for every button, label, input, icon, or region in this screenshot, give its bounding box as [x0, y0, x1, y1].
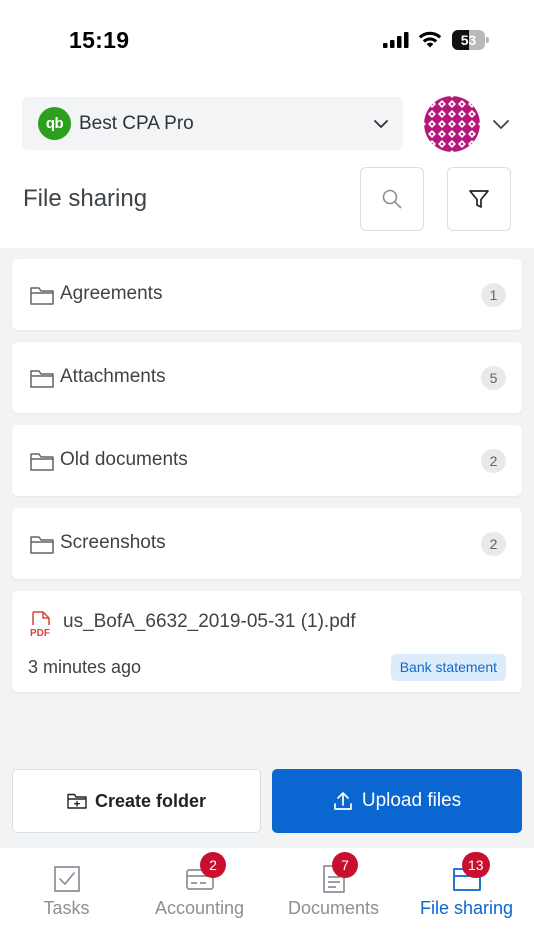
folder-count-badge: 1 [481, 283, 506, 307]
nav-label: Tasks [43, 898, 90, 918]
nav-label: Accounting [154, 898, 245, 918]
folder-item-old-documents[interactable]: Old documents 2 [12, 425, 522, 496]
documents-badge: 7 [332, 852, 358, 878]
folder-item-agreements[interactable]: Agreements 1 [12, 259, 522, 330]
nav-tab-tasks[interactable]: Tasks [0, 848, 133, 950]
folder-item-screenshots[interactable]: Screenshots 2 [12, 508, 522, 579]
folder-count-badge: 2 [481, 449, 506, 473]
file-tag-badge: Bank statement [390, 654, 506, 681]
wifi-icon [418, 31, 442, 48]
file-item[interactable]: PDF us_BofA_6632_2019-05-31 (1).pdf 3 mi… [12, 591, 522, 692]
folder-name: Agreements [60, 283, 163, 304]
account-chevron-down-icon[interactable] [492, 116, 510, 132]
bottom-navigation: Tasks 2 Accounting 7 Documents 13 File s… [0, 848, 534, 950]
cellular-signal-icon [383, 32, 409, 48]
status-time: 15:19 [69, 27, 130, 53]
file-timestamp: 3 minutes ago [28, 657, 142, 677]
folder-name: Attachments [60, 366, 166, 387]
accounting-badge: 2 [200, 852, 226, 878]
folder-name: Old documents [60, 449, 188, 470]
company-selector[interactable]: qb Best CPA Pro [22, 97, 403, 150]
upload-files-button[interactable]: Upload files [272, 769, 522, 833]
nav-tab-documents[interactable]: 7 Documents [267, 848, 400, 950]
search-button[interactable] [360, 167, 424, 231]
folder-icon [30, 370, 54, 388]
nav-tab-accounting[interactable]: 2 Accounting [133, 848, 266, 950]
upload-icon [334, 792, 352, 810]
chevron-down-icon [374, 120, 388, 128]
page-title: File sharing [23, 185, 148, 212]
file-name: us_BofA_6632_2019-05-31 (1).pdf [63, 611, 356, 632]
folder-icon [30, 536, 54, 554]
folder-icon [30, 287, 54, 305]
pdf-file-icon: PDF [30, 611, 50, 638]
folder-count-badge: 2 [481, 532, 506, 556]
search-icon [382, 189, 402, 209]
nav-tab-file-sharing[interactable]: 13 File sharing [400, 848, 533, 950]
folder-icon [30, 453, 54, 471]
tasks-icon [53, 866, 80, 892]
filter-button[interactable] [447, 167, 511, 231]
upload-files-label: Upload files [361, 790, 462, 811]
add-folder-icon [67, 793, 87, 809]
filter-icon [469, 190, 489, 208]
create-folder-button[interactable]: Create folder [12, 769, 261, 833]
file-list: Agreements 1 Attachments 5 Old documents… [0, 248, 534, 848]
nav-label: Documents [287, 898, 380, 918]
file-sharing-badge: 13 [462, 852, 490, 878]
quickbooks-logo-icon: qb [38, 107, 71, 140]
status-bar: 15:19 53 [0, 0, 534, 80]
company-name: Best CPA Pro [79, 112, 194, 134]
battery-level: 53 [460, 32, 477, 48]
nav-label: File sharing [419, 898, 514, 918]
avatar[interactable] [424, 96, 480, 152]
svg-text:PDF: PDF [30, 628, 50, 638]
folder-count-badge: 5 [481, 366, 506, 390]
folder-name: Screenshots [60, 532, 166, 553]
create-folder-label: Create folder [94, 790, 207, 811]
battery-icon: 53 [452, 30, 489, 50]
folder-item-attachments[interactable]: Attachments 5 [12, 342, 522, 413]
